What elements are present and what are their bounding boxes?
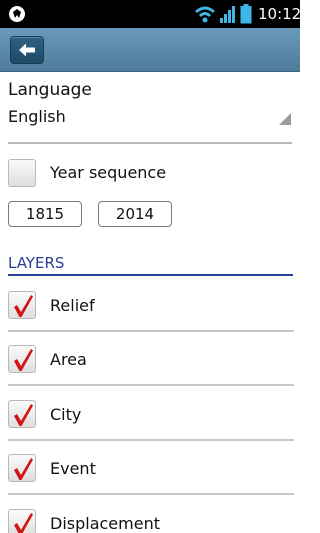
action-bar — [0, 28, 300, 72]
layer-row-city[interactable]: City — [0, 400, 300, 454]
checkmark-icon — [14, 295, 33, 317]
layer-label: Relief — [50, 296, 95, 315]
checkmark-icon — [14, 458, 33, 480]
event-checkbox[interactable] — [8, 454, 36, 482]
dropdown-corner-icon — [279, 113, 291, 125]
layers-section-header: LAYERS — [8, 254, 65, 272]
wifi-icon — [195, 6, 215, 23]
battery-icon — [240, 4, 252, 24]
layer-label: Area — [50, 350, 87, 369]
relief-checkbox[interactable] — [8, 291, 36, 319]
row-divider — [8, 493, 294, 495]
arrow-left-icon — [19, 43, 35, 57]
back-button[interactable] — [10, 36, 44, 64]
row-divider — [8, 384, 294, 386]
layer-row-area[interactable]: Area — [0, 345, 300, 399]
row-divider — [8, 439, 294, 441]
status-time: 10:12 — [258, 5, 302, 23]
app-icon — [9, 6, 25, 22]
area-checkbox[interactable] — [8, 345, 36, 373]
language-select[interactable]: English — [0, 104, 300, 144]
checkmark-icon — [14, 513, 33, 533]
city-checkbox[interactable] — [8, 400, 36, 428]
year-sequence-checkbox[interactable] — [8, 159, 36, 187]
checkmark-icon — [14, 404, 33, 426]
end-year-field[interactable]: 2014 — [98, 201, 172, 227]
layer-row-displacement[interactable]: Displacement — [0, 509, 300, 533]
language-underline — [8, 142, 292, 144]
language-selected-value: English — [8, 107, 66, 126]
layer-row-event[interactable]: Event — [0, 454, 300, 508]
layer-row-relief[interactable]: Relief — [0, 291, 300, 345]
layer-label: City — [50, 405, 82, 424]
language-label: Language — [8, 80, 92, 100]
signal-icon — [220, 6, 235, 23]
displacement-checkbox[interactable] — [8, 509, 36, 533]
layer-label: Displacement — [50, 514, 160, 533]
layers-divider — [8, 274, 293, 276]
checkmark-icon — [14, 349, 33, 371]
start-year-field[interactable]: 1815 — [8, 201, 82, 227]
layer-label: Event — [50, 459, 96, 478]
row-divider — [8, 330, 294, 332]
status-bar: 10:12 — [0, 0, 302, 28]
year-sequence-label: Year sequence — [50, 163, 167, 182]
